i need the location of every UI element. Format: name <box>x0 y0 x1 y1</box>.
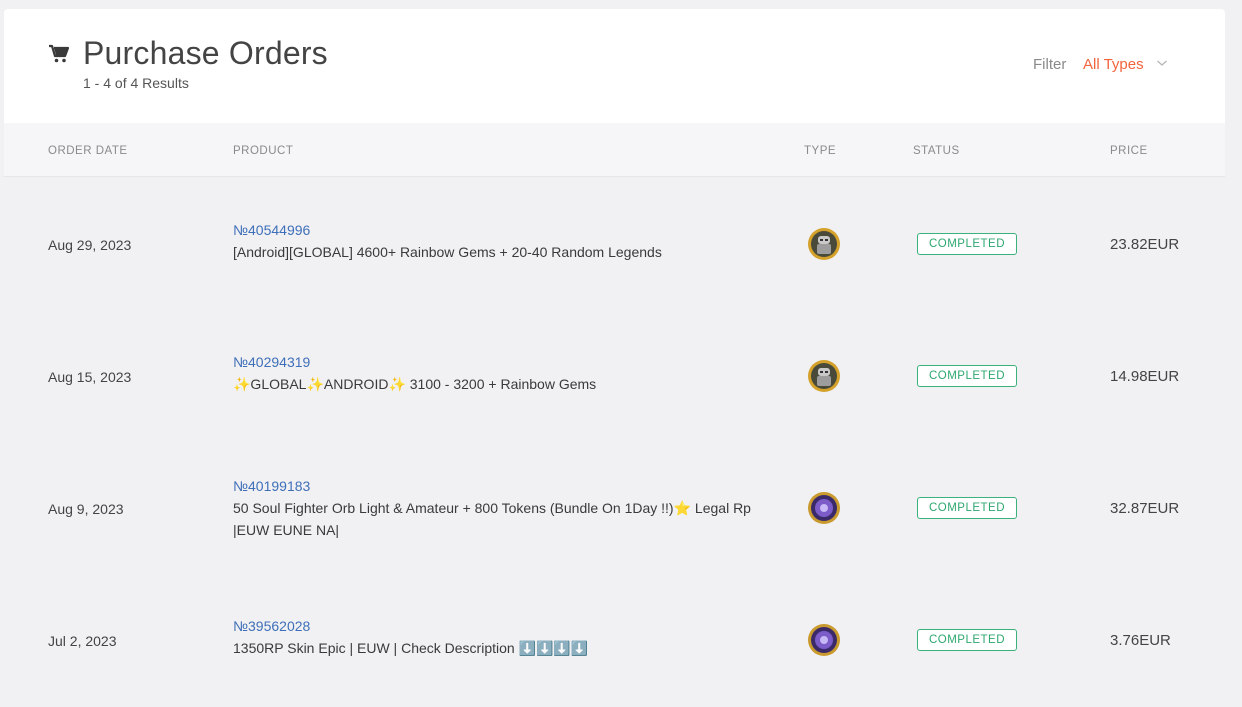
order-date: Aug 29, 2023 <box>48 237 132 253</box>
order-number-link[interactable]: №40294319 <box>233 354 310 370</box>
status-badge: COMPLETED <box>917 497 1017 519</box>
col-product: PRODUCT <box>233 145 294 157</box>
order-date: Aug 9, 2023 <box>48 501 124 517</box>
order-number-link[interactable]: №40544996 <box>233 222 310 238</box>
filter-type-dropdown[interactable]: All Types <box>1083 56 1144 73</box>
league-game-icon <box>808 624 840 656</box>
chevron-down-icon[interactable] <box>1156 58 1168 68</box>
product-name: 1350RP Skin Epic | EUW | Check Descripti… <box>233 640 589 656</box>
order-date: Jul 2, 2023 <box>48 633 117 649</box>
shopping-cart-icon <box>49 44 70 63</box>
order-number-link[interactable]: №40199183 <box>233 478 310 494</box>
order-price: 14.98EUR <box>1110 368 1180 385</box>
order-price: 23.82EUR <box>1110 236 1180 253</box>
table-row[interactable]: Aug 15, 2023 №40294319 ✨GLOBAL✨ANDROID✨ … <box>4 309 1225 441</box>
order-date: Aug 15, 2023 <box>48 369 132 385</box>
page-header: Purchase Orders 1 - 4 of 4 Results Filte… <box>4 9 1225 123</box>
product-name: [Android][GLOBAL] 4600+ Rainbow Gems + 2… <box>233 244 662 260</box>
filter-label: Filter <box>1033 56 1067 73</box>
table-row[interactable]: Aug 29, 2023 №40544996 [Android][GLOBAL]… <box>4 177 1225 309</box>
purchase-orders-panel: Purchase Orders 1 - 4 of 4 Results Filte… <box>4 9 1225 707</box>
col-order-date: ORDER DATE <box>48 145 128 157</box>
page-title: Purchase Orders <box>83 35 328 71</box>
status-badge: COMPLETED <box>917 629 1017 651</box>
product-name: 50 Soul Fighter Orb Light & Amateur + 80… <box>233 500 751 538</box>
robot-game-icon <box>808 228 840 260</box>
status-badge: COMPLETED <box>917 365 1017 387</box>
product-name: ✨GLOBAL✨ANDROID✨ 3100 - 3200 + Rainbow G… <box>233 376 597 392</box>
league-game-icon <box>808 492 840 524</box>
order-price: 3.76EUR <box>1110 632 1171 649</box>
order-number-link[interactable]: №39562028 <box>233 618 310 634</box>
col-type: TYPE <box>804 145 837 157</box>
status-badge: COMPLETED <box>917 233 1017 255</box>
table-header: ORDER DATE PRODUCT TYPE STATUS PRICE <box>4 123 1225 177</box>
table-row[interactable]: Aug 9, 2023 №40199183 50 Soul Fighter Or… <box>4 441 1225 573</box>
results-count: 1 - 4 of 4 Results <box>83 75 189 91</box>
order-price: 32.87EUR <box>1110 500 1180 517</box>
col-price: PRICE <box>1110 145 1148 157</box>
table-row[interactable]: Jul 2, 2023 №39562028 1350RP Skin Epic |… <box>4 573 1225 705</box>
robot-game-icon <box>808 360 840 392</box>
col-status: STATUS <box>913 145 960 157</box>
